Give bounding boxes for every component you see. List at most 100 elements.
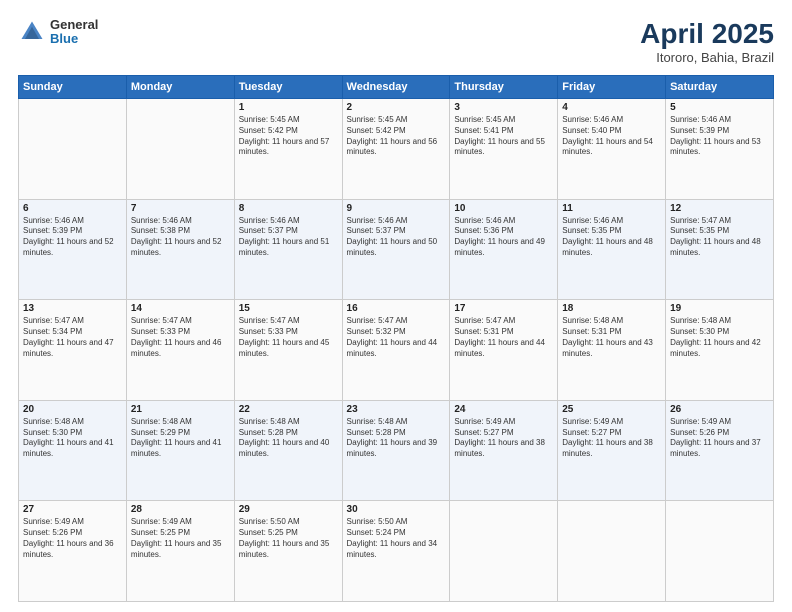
day-number: 4 bbox=[562, 102, 661, 113]
day-info: Sunrise: 5:47 AM Sunset: 5:34 PM Dayligh… bbox=[23, 316, 122, 359]
day-number: 14 bbox=[131, 303, 230, 314]
calendar-cell: 23 Sunrise: 5:48 AM Sunset: 5:28 PM Dayli… bbox=[342, 400, 450, 501]
day-info: Sunrise: 5:48 AM Sunset: 5:31 PM Dayligh… bbox=[562, 316, 661, 359]
calendar-cell: 24 Sunrise: 5:49 AM Sunset: 5:27 PM Dayli… bbox=[450, 400, 558, 501]
column-header-thursday: Thursday bbox=[450, 76, 558, 99]
calendar-cell bbox=[126, 99, 234, 200]
calendar-table: SundayMondayTuesdayWednesdayThursdayFrid… bbox=[18, 75, 774, 602]
day-info: Sunrise: 5:49 AM Sunset: 5:25 PM Dayligh… bbox=[131, 517, 230, 560]
day-info: Sunrise: 5:47 AM Sunset: 5:33 PM Dayligh… bbox=[131, 316, 230, 359]
day-info: Sunrise: 5:45 AM Sunset: 5:41 PM Dayligh… bbox=[454, 115, 553, 158]
day-number: 19 bbox=[670, 303, 769, 314]
day-number: 9 bbox=[347, 203, 446, 214]
day-number: 23 bbox=[347, 404, 446, 415]
day-info: Sunrise: 5:48 AM Sunset: 5:28 PM Dayligh… bbox=[239, 417, 338, 460]
logo-text: General Blue bbox=[50, 18, 98, 47]
day-number: 27 bbox=[23, 504, 122, 515]
day-number: 30 bbox=[347, 504, 446, 515]
calendar-cell: 13 Sunrise: 5:47 AM Sunset: 5:34 PM Dayli… bbox=[19, 300, 127, 401]
day-number: 25 bbox=[562, 404, 661, 415]
day-info: Sunrise: 5:49 AM Sunset: 5:26 PM Dayligh… bbox=[670, 417, 769, 460]
calendar-cell: 29 Sunrise: 5:50 AM Sunset: 5:25 PM Dayli… bbox=[234, 501, 342, 602]
calendar-cell: 6Sunrise: 5:46 AM Sunset: 5:39 PM Daylig… bbox=[19, 199, 127, 300]
day-number: 24 bbox=[454, 404, 553, 415]
day-info: Sunrise: 5:50 AM Sunset: 5:25 PM Dayligh… bbox=[239, 517, 338, 560]
calendar-cell: 21 Sunrise: 5:48 AM Sunset: 5:29 PM Dayli… bbox=[126, 400, 234, 501]
column-header-friday: Friday bbox=[558, 76, 666, 99]
page: General Blue April 2025 Itororo, Bahia, … bbox=[0, 0, 792, 612]
column-header-tuesday: Tuesday bbox=[234, 76, 342, 99]
calendar-cell: 27 Sunrise: 5:49 AM Sunset: 5:26 PM Dayli… bbox=[19, 501, 127, 602]
day-info: Sunrise: 5:47 AM Sunset: 5:32 PM Dayligh… bbox=[347, 316, 446, 359]
calendar-cell: 10 Sunrise: 5:46 AM Sunset: 5:36 PM Dayli… bbox=[450, 199, 558, 300]
day-info: Sunrise: 5:46 AM Sunset: 5:39 PM Dayligh… bbox=[670, 115, 769, 158]
day-number: 26 bbox=[670, 404, 769, 415]
calendar-cell: 14 Sunrise: 5:47 AM Sunset: 5:33 PM Dayli… bbox=[126, 300, 234, 401]
calendar-week-2: 6Sunrise: 5:46 AM Sunset: 5:39 PM Daylig… bbox=[19, 199, 774, 300]
day-number: 5 bbox=[670, 102, 769, 113]
calendar-cell: 12Sunrise: 5:47 AM Sunset: 5:35 PM Dayli… bbox=[666, 199, 774, 300]
day-number: 29 bbox=[239, 504, 338, 515]
day-number: 13 bbox=[23, 303, 122, 314]
day-info: Sunrise: 5:46 AM Sunset: 5:37 PM Dayligh… bbox=[347, 216, 446, 259]
calendar-header-row: SundayMondayTuesdayWednesdayThursdayFrid… bbox=[19, 76, 774, 99]
day-number: 1 bbox=[239, 102, 338, 113]
day-info: Sunrise: 5:46 AM Sunset: 5:36 PM Dayligh… bbox=[454, 216, 553, 259]
day-info: Sunrise: 5:46 AM Sunset: 5:35 PM Dayligh… bbox=[562, 216, 661, 259]
column-header-monday: Monday bbox=[126, 76, 234, 99]
logo: General Blue bbox=[18, 18, 98, 47]
day-info: Sunrise: 5:46 AM Sunset: 5:38 PM Dayligh… bbox=[131, 216, 230, 259]
day-number: 8 bbox=[239, 203, 338, 214]
day-number: 3 bbox=[454, 102, 553, 113]
calendar-cell: 18 Sunrise: 5:48 AM Sunset: 5:31 PM Dayli… bbox=[558, 300, 666, 401]
calendar-week-5: 27 Sunrise: 5:49 AM Sunset: 5:26 PM Dayli… bbox=[19, 501, 774, 602]
logo-general: General bbox=[50, 18, 98, 32]
calendar-cell: 3 Sunrise: 5:45 AM Sunset: 5:41 PM Daylig… bbox=[450, 99, 558, 200]
day-number: 20 bbox=[23, 404, 122, 415]
day-number: 12 bbox=[670, 203, 769, 214]
day-number: 11 bbox=[562, 203, 661, 214]
calendar-week-4: 20 Sunrise: 5:48 AM Sunset: 5:30 PM Dayli… bbox=[19, 400, 774, 501]
calendar-cell: 9 Sunrise: 5:46 AM Sunset: 5:37 PM Daylig… bbox=[342, 199, 450, 300]
calendar-cell: 4 Sunrise: 5:46 AM Sunset: 5:40 PM Daylig… bbox=[558, 99, 666, 200]
day-number: 6 bbox=[23, 203, 122, 214]
calendar-cell: 20 Sunrise: 5:48 AM Sunset: 5:30 PM Dayli… bbox=[19, 400, 127, 501]
calendar-cell bbox=[666, 501, 774, 602]
day-info: Sunrise: 5:48 AM Sunset: 5:30 PM Dayligh… bbox=[23, 417, 122, 460]
day-info: Sunrise: 5:46 AM Sunset: 5:40 PM Dayligh… bbox=[562, 115, 661, 158]
day-number: 18 bbox=[562, 303, 661, 314]
calendar-cell: 15Sunrise: 5:47 AM Sunset: 5:33 PM Dayli… bbox=[234, 300, 342, 401]
day-info: Sunrise: 5:48 AM Sunset: 5:28 PM Dayligh… bbox=[347, 417, 446, 460]
logo-icon bbox=[18, 18, 46, 46]
day-number: 28 bbox=[131, 504, 230, 515]
day-number: 10 bbox=[454, 203, 553, 214]
calendar-cell: 28 Sunrise: 5:49 AM Sunset: 5:25 PM Dayli… bbox=[126, 501, 234, 602]
calendar-cell bbox=[19, 99, 127, 200]
day-info: Sunrise: 5:45 AM Sunset: 5:42 PM Dayligh… bbox=[347, 115, 446, 158]
calendar-week-3: 13 Sunrise: 5:47 AM Sunset: 5:34 PM Dayli… bbox=[19, 300, 774, 401]
day-number: 21 bbox=[131, 404, 230, 415]
calendar-cell: 16 Sunrise: 5:47 AM Sunset: 5:32 PM Dayli… bbox=[342, 300, 450, 401]
day-number: 16 bbox=[347, 303, 446, 314]
calendar-cell: 2Sunrise: 5:45 AM Sunset: 5:42 PM Daylig… bbox=[342, 99, 450, 200]
day-info: Sunrise: 5:45 AM Sunset: 5:42 PM Dayligh… bbox=[239, 115, 338, 158]
calendar-cell: 8 Sunrise: 5:46 AM Sunset: 5:37 PM Daylig… bbox=[234, 199, 342, 300]
day-info: Sunrise: 5:48 AM Sunset: 5:30 PM Dayligh… bbox=[670, 316, 769, 359]
title-month: April 2025 bbox=[640, 18, 774, 50]
calendar-cell bbox=[558, 501, 666, 602]
day-info: Sunrise: 5:47 AM Sunset: 5:31 PM Dayligh… bbox=[454, 316, 553, 359]
calendar-cell: 19 Sunrise: 5:48 AM Sunset: 5:30 PM Dayli… bbox=[666, 300, 774, 401]
column-header-sunday: Sunday bbox=[19, 76, 127, 99]
day-info: Sunrise: 5:49 AM Sunset: 5:27 PM Dayligh… bbox=[562, 417, 661, 460]
calendar-cell: 11 Sunrise: 5:46 AM Sunset: 5:35 PM Dayli… bbox=[558, 199, 666, 300]
day-number: 22 bbox=[239, 404, 338, 415]
column-header-saturday: Saturday bbox=[666, 76, 774, 99]
calendar-cell: 5 Sunrise: 5:46 AM Sunset: 5:39 PM Daylig… bbox=[666, 99, 774, 200]
day-info: Sunrise: 5:48 AM Sunset: 5:29 PM Dayligh… bbox=[131, 417, 230, 460]
logo-blue: Blue bbox=[50, 32, 98, 46]
day-number: 7 bbox=[131, 203, 230, 214]
day-info: Sunrise: 5:46 AM Sunset: 5:37 PM Dayligh… bbox=[239, 216, 338, 259]
day-info: Sunrise: 5:49 AM Sunset: 5:26 PM Dayligh… bbox=[23, 517, 122, 560]
day-info: Sunrise: 5:49 AM Sunset: 5:27 PM Dayligh… bbox=[454, 417, 553, 460]
calendar-cell: 17Sunrise: 5:47 AM Sunset: 5:31 PM Dayli… bbox=[450, 300, 558, 401]
